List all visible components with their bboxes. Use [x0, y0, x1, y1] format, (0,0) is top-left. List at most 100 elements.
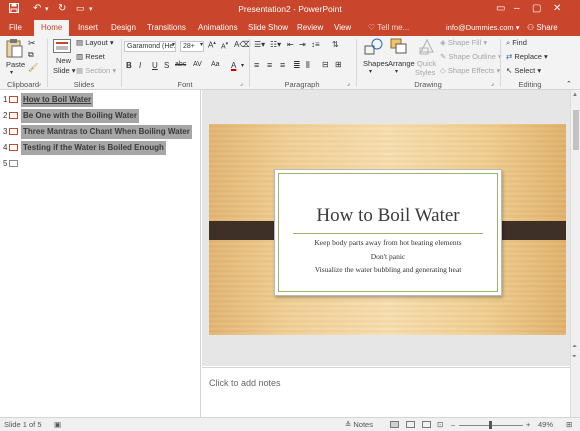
- paragraph-launcher-icon[interactable]: ⌟: [347, 80, 350, 87]
- strikethrough-button[interactable]: abc: [175, 61, 186, 68]
- shapes-button[interactable]: Shapes: [363, 59, 388, 68]
- character-spacing-button[interactable]: AV: [193, 61, 202, 68]
- justify-icon[interactable]: ≣: [293, 60, 301, 71]
- outline-item[interactable]: 2 Be One with the Boiling Water: [0, 109, 201, 123]
- zoom-level[interactable]: 49%: [538, 420, 553, 429]
- clipboard-launcher-icon[interactable]: ⌟: [38, 80, 41, 87]
- quick-styles-button[interactable]: Quick: [417, 59, 436, 68]
- notes-pane[interactable]: Click to add notes: [202, 367, 570, 417]
- outline-item-text[interactable]: Testing if the Water is Boiled Enough: [21, 141, 166, 155]
- quick-styles-button-2[interactable]: Styles: [415, 68, 435, 77]
- increase-indent-icon[interactable]: ⇥: [299, 40, 306, 49]
- fit-to-window-icon[interactable]: ⊞: [566, 420, 572, 429]
- zoom-out-icon[interactable]: –: [451, 420, 455, 429]
- quick-styles-icon[interactable]: [418, 38, 436, 57]
- next-slide-icon[interactable]: ⏷: [572, 354, 577, 361]
- text-direction-icon[interactable]: ⇅: [332, 40, 339, 49]
- tell-me-box[interactable]: ♡ Tell me...: [368, 23, 409, 32]
- share-button[interactable]: ⚇ Share: [527, 23, 558, 32]
- ribbon-display-icon[interactable]: ▭: [496, 3, 505, 14]
- tab-insert[interactable]: Insert: [78, 23, 98, 32]
- shape-outline-button[interactable]: ✎ Shape Outline ▾: [440, 52, 502, 61]
- slide-subtitle-line[interactable]: Keep body parts away from hot heating el…: [275, 238, 501, 247]
- align-right-icon[interactable]: ≡: [280, 60, 285, 70]
- font-name-combo[interactable]: Garamond (He...: [124, 41, 176, 52]
- chevron-down-icon[interactable]: ▾: [395, 68, 398, 75]
- tab-animations[interactable]: Animations: [198, 23, 238, 32]
- shadow-button[interactable]: S: [164, 61, 169, 70]
- close-icon[interactable]: ✕: [553, 3, 561, 14]
- chevron-down-icon[interactable]: ▾: [369, 68, 372, 75]
- font-color-button[interactable]: A: [231, 61, 236, 70]
- arrange-icon[interactable]: [390, 38, 408, 57]
- decrease-font-icon[interactable]: A▾: [221, 41, 228, 50]
- normal-view-icon[interactable]: [390, 421, 399, 428]
- shape-effects-button[interactable]: ◇ Shape Effects ▾: [440, 66, 500, 75]
- section-button[interactable]: ▦ Section ▾: [76, 66, 116, 75]
- outline-item[interactable]: 1 How to Boil Water: [0, 93, 201, 107]
- maximize-icon[interactable]: ▢: [532, 3, 541, 14]
- notes-placeholder[interactable]: Click to add notes: [209, 378, 281, 388]
- account-menu[interactable]: info@Dummies.com ▾: [446, 23, 520, 32]
- zoom-slider-thumb[interactable]: [489, 421, 492, 429]
- slide-title[interactable]: How to Boil Water: [275, 205, 501, 227]
- outline-item-text[interactable]: Three Mantras to Chant When Boiling Wate…: [21, 125, 192, 139]
- previous-slide-icon[interactable]: ⏶: [572, 344, 577, 351]
- find-button[interactable]: ⌕ Find: [506, 38, 527, 48]
- slide-subtitle-line[interactable]: Don't panic: [275, 252, 501, 261]
- align-left-icon[interactable]: ≡: [254, 60, 259, 70]
- outline-pane[interactable]: 1 How to Boil Water 2 Be One with the Bo…: [0, 90, 201, 417]
- bullets-icon[interactable]: ☰▾: [254, 40, 265, 49]
- italic-button[interactable]: I: [139, 61, 141, 70]
- layout-button[interactable]: ▤ Layout ▾: [76, 38, 114, 47]
- format-painter-icon[interactable]: 🖌: [28, 63, 38, 72]
- tab-transitions[interactable]: Transitions: [147, 23, 186, 32]
- tab-view[interactable]: View: [334, 23, 351, 32]
- align-text-icon[interactable]: ⊟: [322, 60, 329, 69]
- decrease-indent-icon[interactable]: ⇤: [287, 40, 294, 49]
- tab-home[interactable]: Home: [34, 20, 70, 36]
- select-button[interactable]: ↖ Select ▾: [506, 66, 541, 75]
- align-center-icon[interactable]: ≡: [267, 60, 272, 70]
- bold-button[interactable]: B: [126, 61, 132, 70]
- smartart-icon[interactable]: ⊞: [335, 60, 342, 69]
- title-placeholder[interactable]: How to Boil Water Keep body parts away f…: [274, 169, 502, 296]
- spelling-icon[interactable]: ▣: [54, 420, 61, 429]
- chevron-down-icon[interactable]: ▾: [172, 41, 175, 48]
- replace-button[interactable]: ⇄ Replace ▾: [506, 52, 548, 61]
- paste-icon[interactable]: [6, 38, 23, 60]
- outline-item[interactable]: 4 Testing if the Water is Boiled Enough: [0, 141, 201, 155]
- paste-button[interactable]: Paste: [6, 60, 25, 69]
- minimize-icon[interactable]: –: [514, 3, 520, 14]
- scroll-up-icon[interactable]: ▲: [572, 92, 578, 98]
- change-case-button[interactable]: Aa: [211, 61, 220, 68]
- slide-sorter-icon[interactable]: [406, 421, 415, 428]
- columns-icon[interactable]: ⫴: [306, 60, 310, 71]
- font-launcher-icon[interactable]: ⌟: [240, 80, 243, 87]
- cut-icon[interactable]: ✂: [28, 38, 36, 49]
- line-spacing-icon[interactable]: ↕≡: [311, 40, 320, 49]
- numbering-icon[interactable]: ☷▾: [270, 40, 281, 49]
- slide-subtitle-line[interactable]: Visualize the water bubbling and generat…: [275, 265, 501, 274]
- new-slide-label-2[interactable]: Slide ▾: [53, 66, 76, 75]
- chevron-down-icon[interactable]: ▾: [200, 41, 203, 48]
- reset-button[interactable]: ▥ Reset: [76, 52, 105, 61]
- chevron-down-icon[interactable]: ▾: [241, 62, 244, 69]
- vertical-scrollbar[interactable]: ▲ ⏶ ⏷: [570, 90, 580, 417]
- increase-font-icon[interactable]: A▴: [208, 40, 216, 50]
- slideshow-view-icon[interactable]: ⊡: [437, 420, 443, 429]
- tab-design[interactable]: Design: [111, 23, 136, 32]
- scroll-thumb[interactable]: [573, 110, 579, 150]
- reading-view-icon[interactable]: [422, 421, 431, 428]
- zoom-in-icon[interactable]: +: [526, 420, 530, 429]
- new-slide-icon[interactable]: [53, 39, 71, 56]
- collapse-ribbon-icon[interactable]: ⌃: [566, 80, 572, 88]
- paste-dropdown-icon[interactable]: ▾: [10, 69, 13, 76]
- outline-item-text[interactable]: Be One with the Boiling Water: [21, 109, 139, 123]
- shapes-icon[interactable]: [364, 38, 384, 57]
- notes-toggle[interactable]: ≙ Notes: [345, 420, 373, 429]
- copy-icon[interactable]: ⧉: [28, 50, 34, 60]
- shape-fill-button[interactable]: ◈ Shape Fill ▾: [440, 38, 487, 47]
- tab-review[interactable]: Review: [297, 23, 323, 32]
- outline-item[interactable]: 3 Three Mantras to Chant When Boiling Wa…: [0, 125, 201, 139]
